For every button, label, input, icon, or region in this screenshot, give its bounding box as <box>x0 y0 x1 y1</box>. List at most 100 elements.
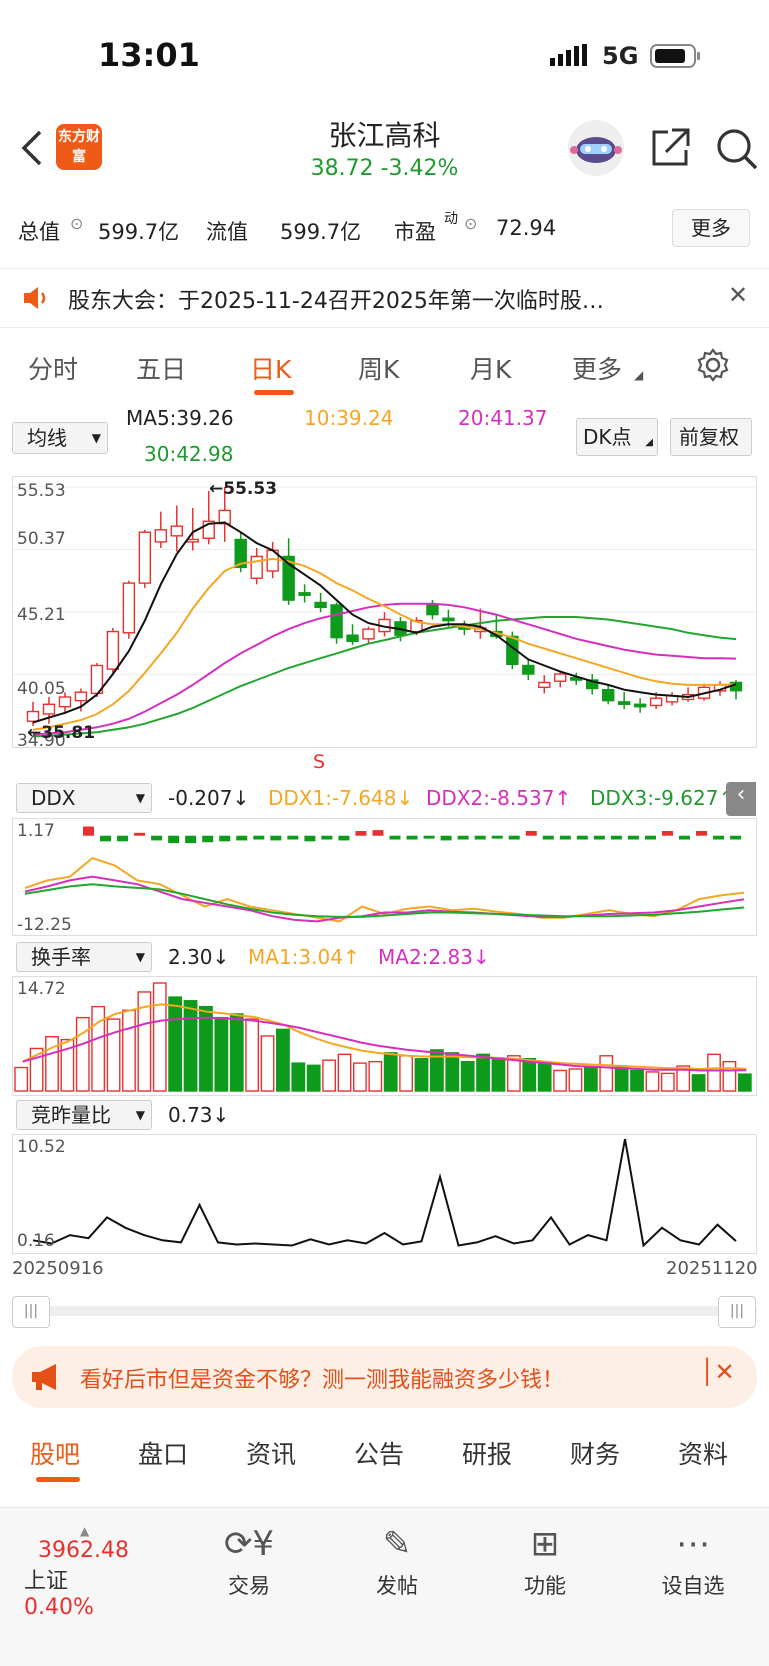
info-icon[interactable]: ⊙ <box>464 214 477 233</box>
candle-body <box>106 630 120 670</box>
turnover-bar <box>75 1016 90 1092</box>
adjust-button[interactable]: 前复权 <box>670 418 752 456</box>
chevron-down-icon: ▼ <box>135 950 145 964</box>
scroll-handle-left[interactable]: ||| <box>12 1296 50 1328</box>
tab-more[interactable]: 更多 <box>572 350 622 386</box>
y-label: -12.25 <box>17 915 72 935</box>
notice-text: 股东大会：于2025-11-24召开2025年第一次临时股… <box>68 289 604 314</box>
close-icon[interactable]: │✕ <box>700 1358 735 1386</box>
ddx-bar <box>151 835 163 841</box>
ddx-bar <box>627 835 639 840</box>
auction-select[interactable]: 竞昨量比 ▼ <box>16 1100 152 1130</box>
turnover-select-label: 换手率 <box>31 945 91 969</box>
indicator-select-label: 均线 <box>27 426 67 450</box>
candle-body <box>42 703 56 715</box>
active-tab-indicator <box>254 390 294 395</box>
ddx1-value: DDX1:-7.648↓ <box>268 786 414 810</box>
turnover-bar <box>353 1062 367 1092</box>
index-widget[interactable]: ▲ 3962.48 上证 0.40% <box>24 1524 134 1620</box>
period-tabs: 分时 五日 日K 周K 月K 更多 ◢ <box>0 338 769 400</box>
signal-icon <box>550 44 590 70</box>
turnover-bar <box>260 1035 275 1092</box>
share-icon[interactable] <box>648 126 692 174</box>
tab-five-day[interactable]: 五日 <box>136 350 186 386</box>
post-button[interactable]: ✎ 发帖 <box>342 1524 452 1600</box>
turnover-bar <box>229 1013 244 1092</box>
financing-banner[interactable]: 看好后市但是资金不够？测一测我能融资多少钱！ │✕ <box>12 1346 757 1408</box>
turnover-value: 2.30↓ <box>168 945 230 969</box>
edit-icon: ✎ <box>382 1524 412 1564</box>
ddx-bar <box>185 835 197 844</box>
turnover-bar <box>168 996 183 1092</box>
tab-profile[interactable]: 资料 <box>678 1435 728 1471</box>
ddx-bar <box>389 835 401 840</box>
candle-body <box>138 531 152 584</box>
stats-row: 总值 ⊙ 599.7亿 流值 599.7亿 市盈 动 ⊙ 72.94 <box>0 204 769 254</box>
candle-body <box>346 634 359 642</box>
ddx-bar <box>525 831 537 836</box>
yuan-exchange-icon: ⟳¥ <box>223 1524 275 1564</box>
ma10-value: 10:39.24 <box>304 406 394 430</box>
ddx-bar <box>491 835 503 839</box>
ddx-select[interactable]: DDX ▼ <box>16 783 152 813</box>
functions-button[interactable]: ⊞ 功能 <box>490 1524 600 1600</box>
candle-body <box>426 604 439 616</box>
gear-icon[interactable] <box>696 348 730 388</box>
turnover-bar <box>383 1052 398 1092</box>
ddx-bar <box>83 826 94 836</box>
kline-chart[interactable] <box>13 477 756 747</box>
tab-daily-k[interactable]: 日K <box>250 350 291 386</box>
ddx-bar <box>593 835 605 840</box>
triangle-up-icon: ▲ <box>80 1524 90 1538</box>
ddx-bar <box>117 835 129 842</box>
ddx-bar <box>253 835 265 840</box>
date-end: 20251120 <box>666 1258 758 1279</box>
candle-body <box>522 664 535 675</box>
more-dots-icon: ⋯ <box>676 1524 710 1564</box>
turnover-bar <box>537 1062 552 1092</box>
add-watchlist-button[interactable]: ⋯ 设自选 <box>638 1524 748 1600</box>
tab-intraday[interactable]: 分时 <box>28 350 78 386</box>
turnover-chart-panel: 14.72 <box>12 976 757 1096</box>
turnover-bar <box>214 1016 229 1092</box>
trade-button[interactable]: ⟳¥ 交易 <box>194 1524 304 1600</box>
turnover-select[interactable]: 换手率 ▼ <box>16 942 152 972</box>
y-label: 1.17 <box>17 821 55 841</box>
info-icon[interactable]: ⊙ <box>70 214 83 233</box>
candle-body <box>649 697 663 707</box>
turnover-bar <box>14 1066 29 1092</box>
tab-announcements[interactable]: 公告 <box>354 1435 404 1471</box>
sell-marker: S <box>313 751 326 773</box>
candle-body <box>298 592 311 596</box>
turnover-bar <box>614 1065 629 1092</box>
indicator-select[interactable]: 均线 ▼ <box>12 422 108 454</box>
search-icon[interactable] <box>714 126 760 176</box>
tab-news[interactable]: 资讯 <box>246 1435 296 1471</box>
tab-finance[interactable]: 财务 <box>570 1435 620 1471</box>
ddx-bar <box>542 835 554 840</box>
dk-point-button[interactable]: DK点 ◢ <box>576 418 658 456</box>
scroll-handle-right[interactable]: ||| <box>718 1296 756 1328</box>
turnover-bar <box>491 1057 506 1092</box>
collapse-arrow-icon[interactable]: ‹ <box>726 782 756 816</box>
ddx-bar <box>287 835 299 840</box>
ddx-bar <box>457 835 469 840</box>
notice-bar[interactable]: 股东大会：于2025-11-24召开2025年第一次临时股… ✕ <box>0 268 769 328</box>
bottom-dock: ▲ 3962.48 上证 0.40% ⟳¥ 交易 ✎ 发帖 ⊞ 功能 ⋯ 设自选 <box>0 1507 769 1666</box>
speaker-icon <box>20 283 50 319</box>
ddx-bar <box>730 835 742 840</box>
dk-point-label: DK点 <box>583 425 632 449</box>
chevron-down-icon: ▼ <box>135 791 145 805</box>
tab-weekly-k[interactable]: 周K <box>358 350 399 386</box>
candle-body <box>601 689 615 702</box>
tab-order-book[interactable]: 盘口 <box>138 1435 188 1471</box>
close-icon[interactable]: ✕ <box>728 281 748 309</box>
tab-forum[interactable]: 股吧 <box>30 1435 80 1471</box>
assistant-avatar-icon[interactable] <box>566 118 626 182</box>
ddx-bar <box>355 831 367 836</box>
range-scrollbar[interactable] <box>12 1306 757 1316</box>
more-button[interactable]: 更多 <box>672 209 750 247</box>
tab-research[interactable]: 研报 <box>462 1435 512 1471</box>
tab-monthly-k[interactable]: 月K <box>470 350 511 386</box>
kline-chart-panel[interactable]: 55.53 50.37 45.21 40.05 34.90 ←55.53 ←35… <box>12 476 757 773</box>
